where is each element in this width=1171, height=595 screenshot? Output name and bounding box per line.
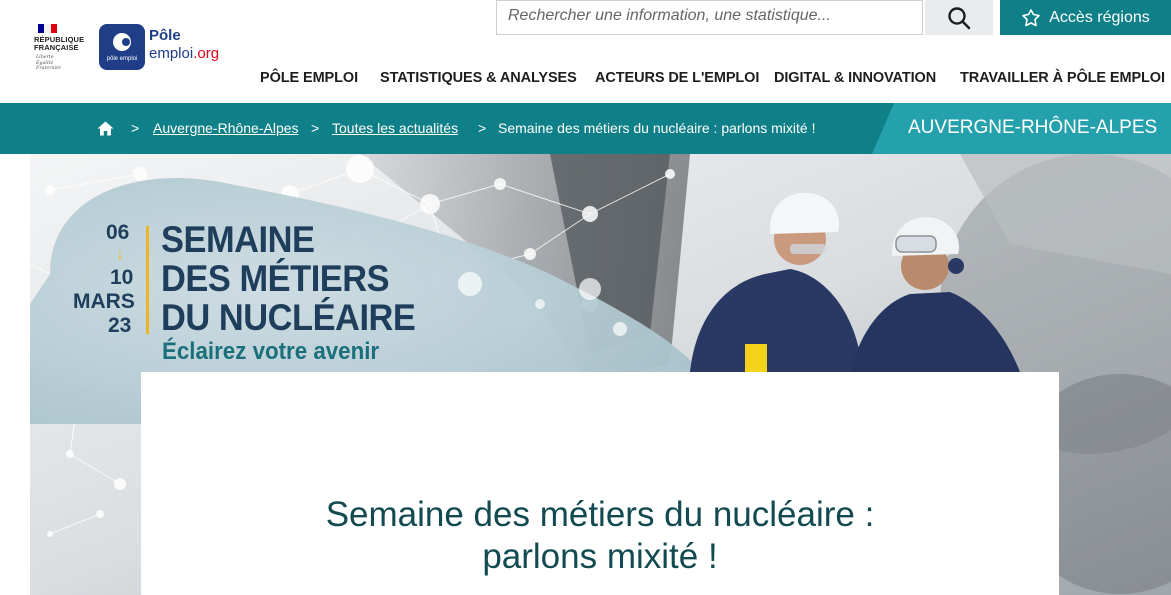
republique-francaise-logo[interactable]: RÉPUBLIQUE FRANÇAISE Liberté Égalité Fra…: [30, 24, 94, 74]
nav-acteurs-emploi[interactable]: ACTEURS DE L'EMPLOI: [595, 70, 759, 86]
nav-travailler-pole-emploi[interactable]: TRAVAILLER À PÔLE EMPLOI: [960, 70, 1165, 86]
event-title-line3: DU NUCLÉAIRE: [161, 297, 416, 338]
search-button[interactable]: [925, 0, 993, 35]
nav-statistiques-analyses[interactable]: STATISTIQUES & ANALYSES: [380, 70, 577, 86]
breadcrumb-auvergne-rhone-alpes[interactable]: Auvergne-Rhône-Alpes: [153, 120, 299, 136]
breadcrumb-separator: >: [311, 120, 320, 136]
event-title-line2: DES MÉTIERS: [161, 258, 390, 299]
event-date-year: 23: [108, 314, 132, 337]
brand-word-emploi-text: emploi: [149, 45, 194, 62]
breadcrumb-current-page: Semaine des métiers du nucléaire : parlo…: [498, 120, 816, 136]
map-icon: [1022, 8, 1041, 26]
pole-emploi-badge-text: pôle emploi: [106, 56, 138, 62]
site-header: RÉPUBLIQUE FRANÇAISE Liberté Égalité Fra…: [0, 0, 1171, 103]
arrow-down-icon: ↓: [116, 246, 124, 263]
nav-pole-emploi[interactable]: PÔLE EMPLOI: [260, 70, 358, 86]
home-icon[interactable]: [97, 121, 114, 136]
event-date-start: 06: [106, 221, 130, 244]
brand-domain-suffix: .org: [193, 45, 220, 62]
breadcrumb-separator: >: [478, 120, 487, 136]
regions-access-label: Accès régions: [1049, 8, 1150, 26]
breadcrumb-separator: >: [131, 120, 140, 136]
article-card: Semaine des métiers du nucléaire : parlo…: [141, 372, 1059, 595]
event-title-line1: SEMAINE: [161, 219, 315, 260]
main-navigation: PÔLE EMPLOI STATISTIQUES & ANALYSES ACTE…: [0, 70, 1171, 90]
hero-banner: 06 ↓ 10 MARS 23 SEMAINE DES MÉTIERS DU N…: [30, 154, 1171, 595]
page-title-line1: Semaine des métiers du nucléaire :: [325, 495, 875, 534]
event-date-end: 10: [110, 266, 134, 289]
brand-word-emploi: emploi.org: [149, 45, 219, 62]
gov-logo-line2: FRANÇAISE: [34, 43, 79, 52]
date-divider: [146, 226, 149, 334]
breadcrumb-toutes-actualites[interactable]: Toutes les actualités: [332, 120, 458, 136]
pole-emploi-badge: pôle emploi: [99, 24, 145, 70]
search-icon: [948, 6, 971, 29]
event-date-month: MARS: [73, 290, 135, 313]
search-input[interactable]: Rechercher une information, une statisti…: [496, 0, 923, 35]
region-banner-label: AUVERGNE-RHÔNE-ALPES: [908, 117, 1158, 138]
regions-access-button[interactable]: Accès régions: [1000, 0, 1171, 35]
french-flag-icon: [38, 24, 57, 33]
page-title: Semaine des métiers du nucléaire : parlo…: [141, 494, 1059, 578]
pole-emploi-logo[interactable]: pôle emploi Pôle emploi.org: [99, 24, 239, 72]
page-title-line2: parlons mixité !: [482, 537, 718, 576]
region-banner[interactable]: AUVERGNE-RHÔNE-ALPES: [872, 103, 1171, 154]
event-title: SEMAINE DES MÉTIERS DU NUCLÉAIRE: [161, 219, 416, 338]
breadcrumb: > Auvergne-Rhône-Alpes > Toutes les actu…: [0, 103, 1171, 154]
nav-digital-innovation[interactable]: DIGITAL & INNOVATION: [774, 70, 936, 86]
event-tagline: Éclairez votre avenir: [162, 338, 380, 365]
pole-emploi-emblem-icon: [113, 33, 131, 51]
brand-word-pole: Pôle: [149, 27, 181, 44]
